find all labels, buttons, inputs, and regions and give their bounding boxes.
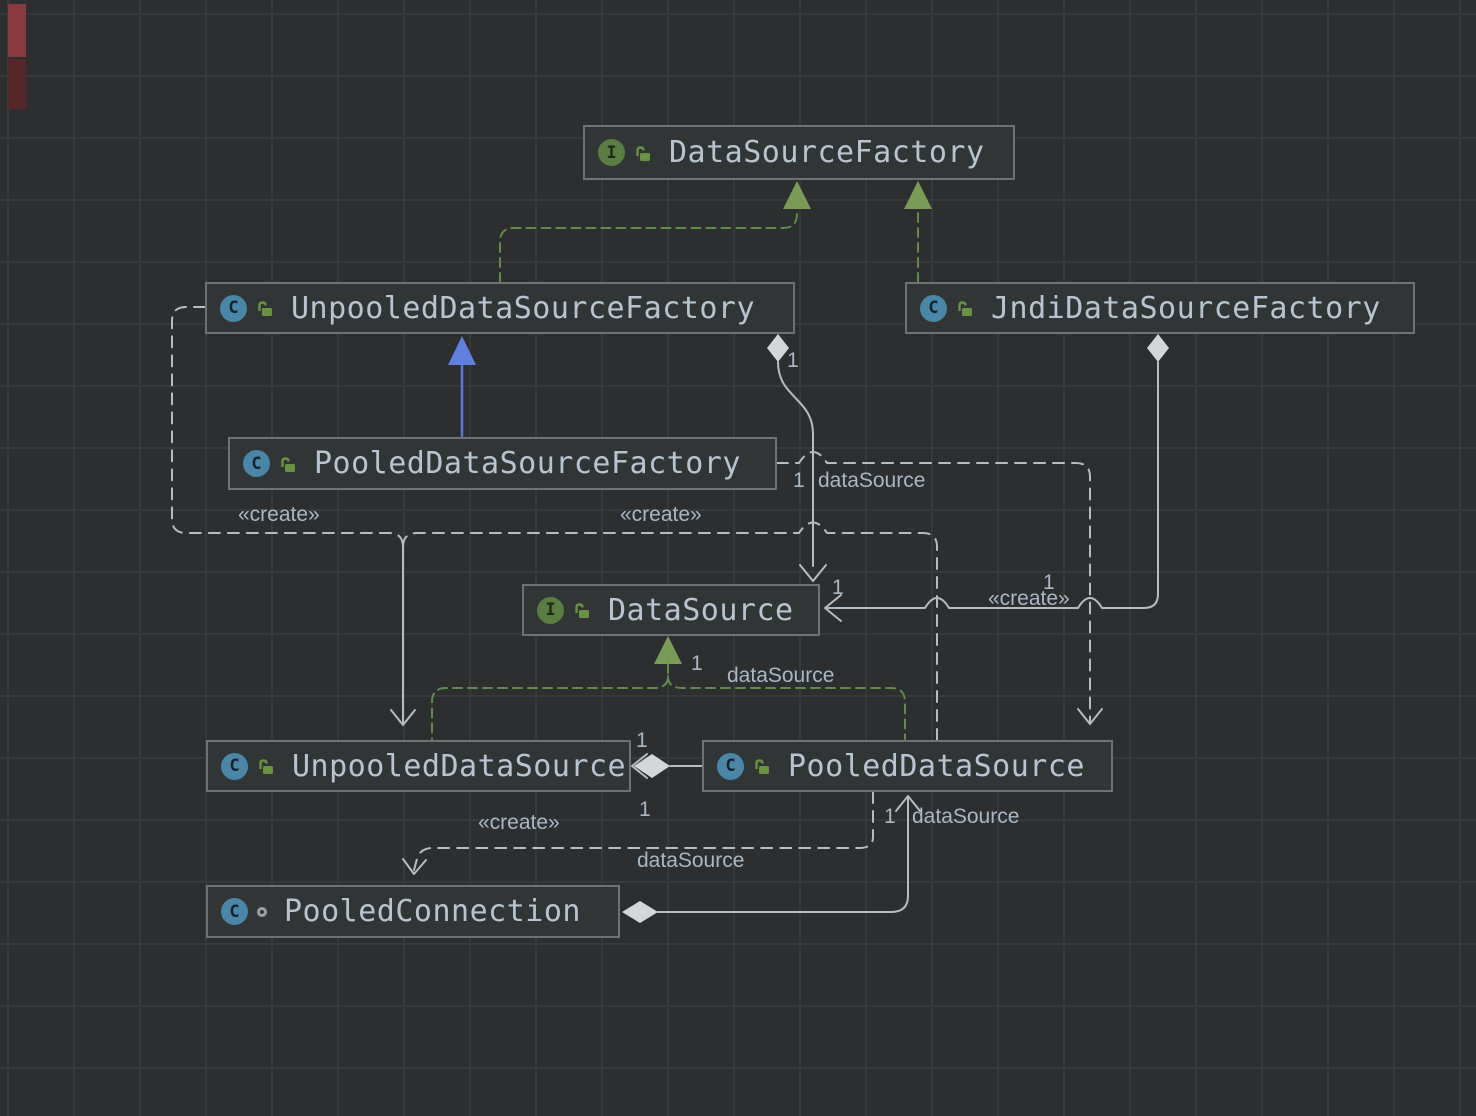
- edge-label-multiplicity: 1: [832, 577, 844, 598]
- interface-icon: I: [598, 139, 625, 166]
- class-node-pooled-connection[interactable]: C PooledConnection: [206, 885, 620, 938]
- public-visibility-icon: [956, 299, 974, 317]
- public-visibility-icon: [573, 601, 591, 619]
- class-name: DataSourceFactory: [669, 135, 985, 170]
- class-node-unpooled-data-source[interactable]: C UnpooledDataSource: [206, 740, 631, 792]
- edge-label-field: dataSource: [727, 665, 834, 686]
- edge-label-multiplicity: 1: [793, 470, 805, 491]
- edge-label-multiplicity: 1: [787, 350, 799, 371]
- interface-icon: I: [537, 597, 564, 624]
- edge-realization-jndi-data-source-factory--data-source-factory[interactable]: [904, 181, 932, 282]
- edge-realization-unpooled-data-source-factory--data-source-factory[interactable]: [500, 181, 811, 282]
- edge-aggregation-pooled-data-source--unpooled-data-source[interactable]: [632, 754, 702, 778]
- class-node-data-source[interactable]: I DataSource: [522, 584, 820, 636]
- edge-label-create: «create»: [478, 812, 560, 833]
- class-node-pooled-data-source[interactable]: C PooledDataSource: [702, 740, 1113, 792]
- public-visibility-icon: [634, 144, 652, 162]
- edge-label-multiplicity: 1: [636, 730, 648, 751]
- default-visibility-icon: [257, 907, 267, 917]
- class-node-data-source-factory[interactable]: I DataSourceFactory: [583, 125, 1015, 180]
- edge-label-multiplicity: 1: [639, 799, 651, 820]
- edge-label-create: «create»: [238, 504, 320, 525]
- class-node-pooled-data-source-factory[interactable]: C PooledDataSourceFactory: [228, 437, 777, 490]
- class-name: DataSource: [608, 593, 794, 628]
- class-name: PooledDataSource: [788, 749, 1085, 784]
- public-visibility-icon: [256, 299, 274, 317]
- edge-label-create: «create»: [988, 588, 1070, 609]
- edge-label-multiplicity: 1: [884, 806, 896, 827]
- class-icon: C: [221, 898, 248, 925]
- edge-label-field: dataSource: [637, 850, 744, 871]
- edge-label-multiplicity: 1: [691, 653, 703, 674]
- class-name: UnpooledDataSourceFactory: [291, 291, 755, 326]
- class-icon: C: [717, 753, 744, 780]
- public-visibility-icon: [753, 757, 771, 775]
- edge-label-field: dataSource: [818, 470, 925, 491]
- class-name: JndiDataSourceFactory: [991, 291, 1381, 326]
- edge-label-field: dataSource: [912, 806, 1019, 827]
- edge-label-create: «create»: [620, 504, 702, 525]
- class-name: PooledConnection: [284, 894, 581, 929]
- class-name: UnpooledDataSource: [292, 749, 626, 784]
- class-icon: C: [243, 450, 270, 477]
- class-icon: C: [220, 295, 247, 322]
- diagram-canvas[interactable]: I DataSourceFactory C UnpooledDataSource…: [0, 0, 1476, 1116]
- edge-generalization-pooled-data-source-factory--unpooled-data-source-factory[interactable]: [448, 336, 476, 437]
- public-visibility-icon: [257, 757, 275, 775]
- class-node-jndi-data-source-factory[interactable]: C JndiDataSourceFactory: [905, 282, 1415, 334]
- class-icon: C: [920, 295, 947, 322]
- class-node-unpooled-data-source-factory[interactable]: C UnpooledDataSourceFactory: [205, 282, 795, 334]
- public-visibility-icon: [279, 455, 297, 473]
- class-icon: C: [221, 753, 248, 780]
- class-name: PooledDataSourceFactory: [314, 446, 741, 481]
- edge-realization-unpooled-data-source--data-source[interactable]: [432, 636, 682, 739]
